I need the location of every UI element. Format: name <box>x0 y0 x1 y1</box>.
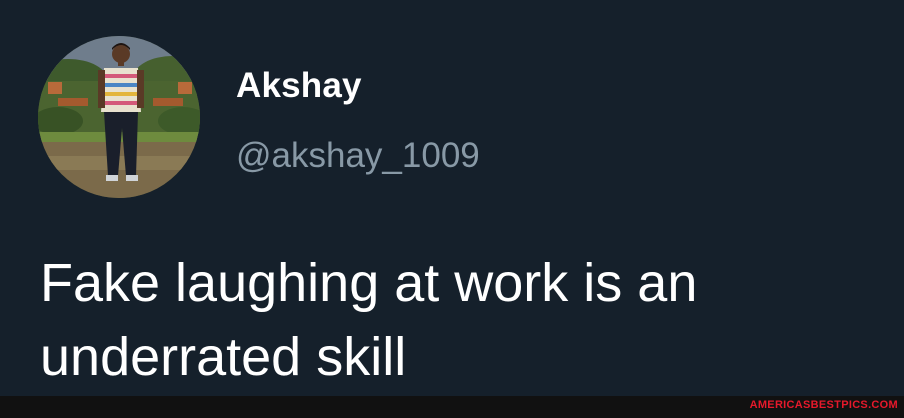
avatar-photo <box>38 36 200 198</box>
user-handle[interactable]: @akshay_1009 <box>236 136 480 176</box>
tweet-text: Fake laughing at work is an underrated s… <box>40 253 698 387</box>
watermark: AMERICASBESTPICS.COM <box>749 399 898 411</box>
avatar[interactable] <box>38 36 200 198</box>
footer-bar: AMERICASBESTPICS.COM <box>0 396 904 418</box>
tweet-card: Akshay @akshay_1009 Fake laughing at wor… <box>0 0 904 418</box>
display-name[interactable]: Akshay <box>236 66 362 106</box>
